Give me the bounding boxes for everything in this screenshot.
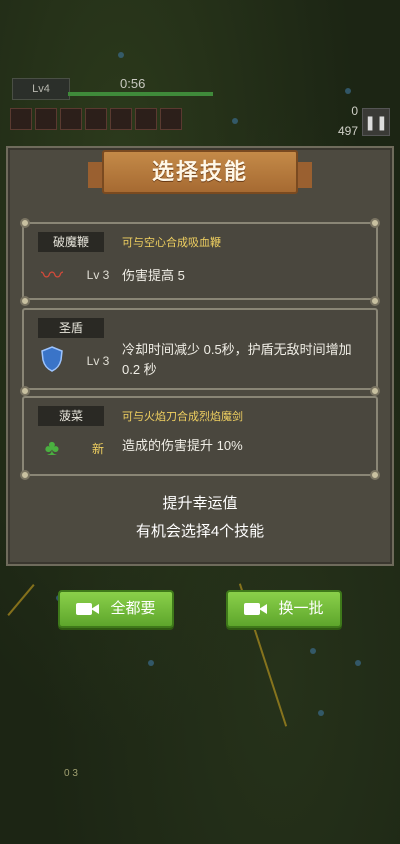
pause-button[interactable]: ❚❚: [362, 108, 390, 136]
card-rivet: [370, 386, 380, 396]
spinach-icon: ♣: [44, 435, 60, 460]
skill-card[interactable]: 破魔鞭 可与空心合成吸血鞭 〰 Lv 3 伤害提高 5: [22, 222, 378, 300]
game-timer: 0:56: [120, 76, 146, 91]
video-camera-icon: [244, 601, 268, 617]
enemy-dot: [232, 118, 238, 124]
video-camera-icon: [76, 601, 100, 617]
enemy-dot: [148, 660, 154, 666]
skill-name: 圣盾: [38, 318, 104, 338]
enemy-dot: [310, 648, 316, 654]
enemy-dot: [118, 52, 124, 58]
skill-description: 造成的伤害提升 10%: [122, 438, 243, 453]
pause-icon: ❚❚: [364, 114, 388, 130]
skill-description: 伤害提高 5: [122, 268, 185, 283]
take-all-label: 全都要: [110, 600, 156, 617]
item-slot: [35, 108, 57, 130]
item-slots: [10, 108, 182, 130]
skill-description: 冷却时间减少 0.5秒，护盾无敌时间增加 0.2 秒: [122, 342, 352, 377]
luck-text-line2: 有机会选择4个技能: [135, 523, 265, 540]
whip-icon: 〰: [40, 263, 63, 288]
refresh-label: 换一批: [278, 600, 324, 617]
kill-count: 497: [337, 124, 358, 138]
luck-text-line1: 提升幸运值: [162, 495, 238, 512]
skill-name: 菠菜: [38, 406, 104, 426]
item-slot: [10, 108, 32, 130]
player-level: Lv4: [12, 78, 70, 100]
item-slot: [85, 108, 107, 130]
enemy-dot: [355, 660, 361, 666]
skill-combo-hint: 可与空心合成吸血鞭: [122, 237, 221, 249]
skill-level: Lv 3: [86, 354, 110, 368]
skill-card[interactable]: 菠菜 可与火焰刀合成烈焰魔剑 ♣ 新 造成的伤害提升 10%: [22, 396, 378, 476]
card-rivet: [20, 470, 30, 480]
experience-bar: [68, 92, 213, 96]
item-slot: [135, 108, 157, 130]
take-all-button[interactable]: 全都要: [58, 590, 174, 628]
skill-card[interactable]: 圣盾 Lv 3 冷却时间减少 0.5秒，护盾无敌时间增加 0.2 秒: [22, 308, 378, 390]
card-rivet: [20, 296, 30, 306]
ground-label: 0 3: [64, 768, 78, 779]
card-rivet: [370, 470, 380, 480]
dialog-title: 选择技能: [102, 150, 298, 194]
skill-new-badge: 新: [91, 442, 104, 456]
coin-count: 0: [351, 104, 358, 118]
card-rivet: [370, 296, 380, 306]
item-slot: [110, 108, 132, 130]
skill-combo-hint: 可与火焰刀合成烈焰魔剑: [122, 411, 243, 423]
card-rivet: [370, 218, 380, 228]
shield-icon: [38, 346, 66, 374]
card-rivet: [20, 218, 30, 228]
skill-level: Lv 3: [86, 268, 110, 282]
item-slot: [60, 108, 82, 130]
item-slot: [160, 108, 182, 130]
skill-name: 破魔鞭: [38, 232, 104, 252]
refresh-button[interactable]: 换一批: [226, 590, 342, 628]
enemy-dot: [318, 710, 324, 716]
enemy-dot: [345, 88, 351, 94]
card-rivet: [20, 386, 30, 396]
